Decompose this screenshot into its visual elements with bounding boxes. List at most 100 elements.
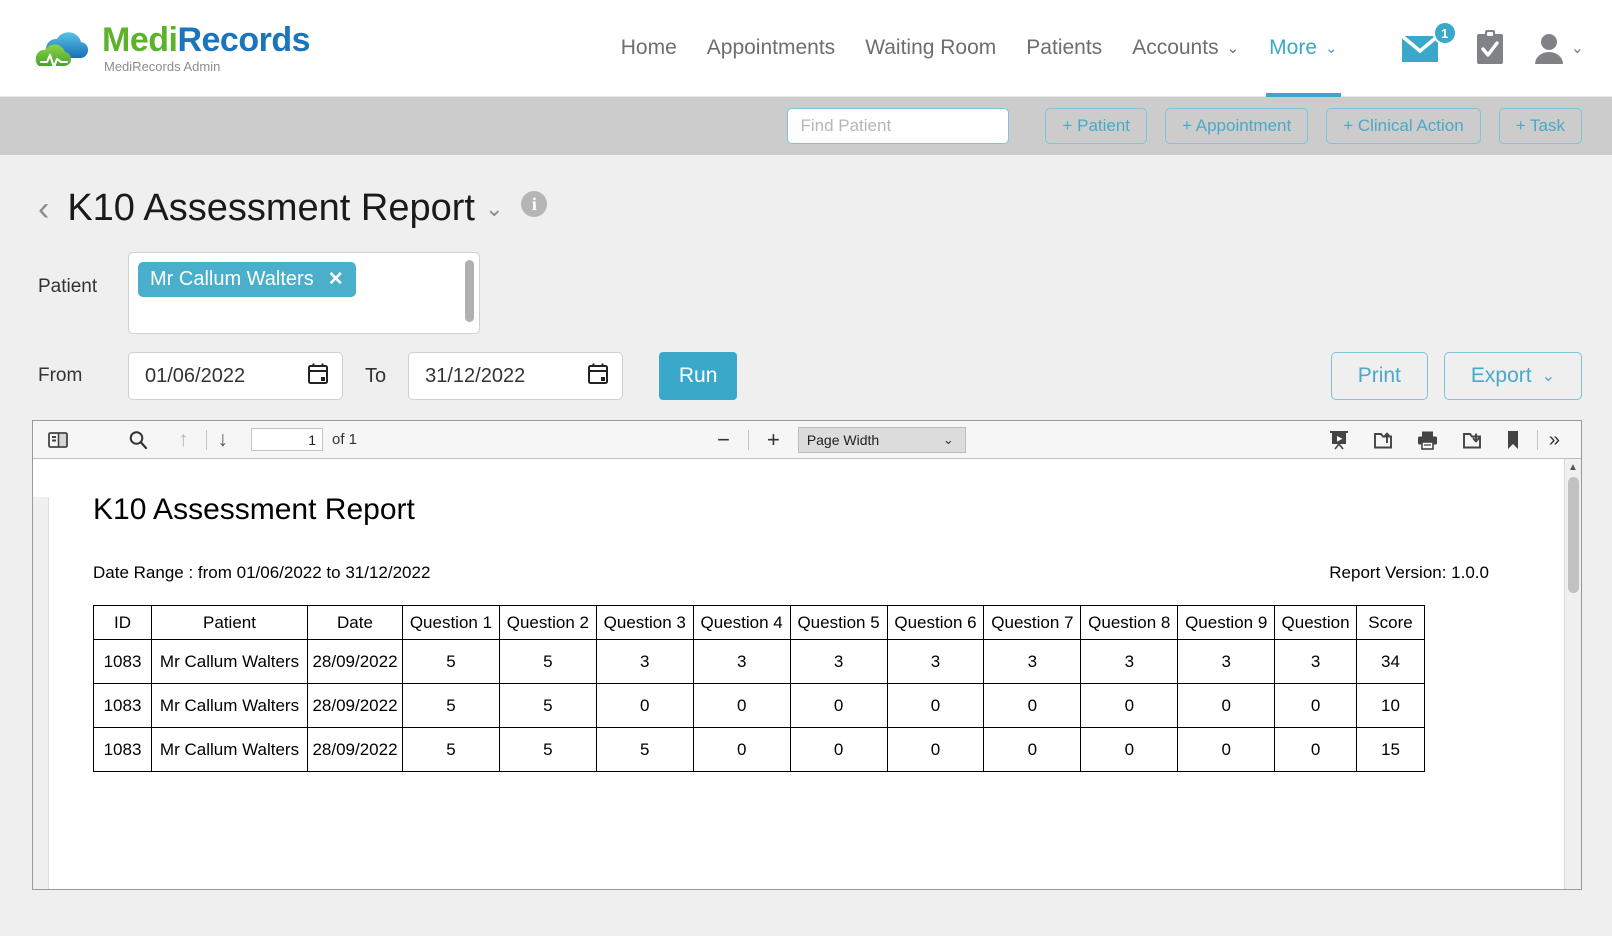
nav-icon-group: 1 ⌄ [1375,21,1584,67]
zoom-out-button[interactable]: − [707,428,740,451]
brand-subtitle: MediRecords Admin [104,59,221,74]
cell-date: 28/09/2022 [307,639,403,684]
chevron-down-icon: ⌄ [1541,368,1555,385]
find-in-document-icon[interactable] [125,427,151,453]
column-header-question-4: Question 4 [692,605,791,640]
cell-q9: 0 [1177,727,1276,772]
cell-date: 28/09/2022 [307,683,403,728]
bookmark-icon[interactable] [1503,427,1523,453]
nav-label: More [1269,36,1318,59]
cell-q10: 0 [1274,727,1357,772]
chevron-down-icon: ⌄ [1570,40,1584,57]
print-button[interactable]: Print [1330,352,1428,400]
document-heading: K10 Assessment Report [93,493,415,526]
report-action-buttons: Print Export ⌄ [1315,352,1612,400]
run-report-button[interactable]: Run [659,352,738,400]
column-header-question-2: Question 2 [498,605,597,640]
patient-tag[interactable]: Mr Callum Walters ✕ [138,262,356,297]
date-filter-row: From To [0,352,1612,400]
messages-button[interactable]: 1 [1400,21,1457,66]
add-clinical-action-button[interactable]: + Clinical Action [1326,108,1481,144]
nav-label: Home [620,36,677,59]
info-icon[interactable]: i [521,191,548,217]
sidebar-toggle-icon[interactable] [45,427,71,453]
nav-item-appointments[interactable]: Appointments [692,0,850,97]
open-file-icon[interactable] [1370,427,1396,453]
cell-q5: 0 [789,683,888,728]
report-selector-chevron-down-icon[interactable]: ⌄ [485,196,503,222]
cell-q9: 3 [1177,639,1276,684]
nav-item-home[interactable]: Home [606,0,692,97]
medirecords-cloud-icon [30,26,92,70]
cell-q1: 5 [402,727,500,772]
nav-item-accounts[interactable]: Accounts ⌄ [1117,0,1254,97]
next-page-icon[interactable]: ↓ [215,426,232,453]
tasks-button[interactable] [1473,29,1507,67]
patient-tag-label: Mr Callum Walters [150,268,314,290]
clipboard-check-icon [1476,30,1503,64]
document-date-range: Date Range : from 01/06/2022 to 31/12/20… [93,563,431,582]
scrollbar-thumb[interactable] [1568,477,1579,593]
patient-filter-row: Patient Mr Callum Walters ✕ [0,252,1612,334]
add-appointment-button[interactable]: + Appointment [1165,108,1309,144]
column-header-question-10: Question [1274,605,1357,640]
download-icon[interactable] [1459,427,1485,453]
column-header-question-1: Question 1 [402,605,500,640]
cell-q5: 0 [789,727,888,772]
presentation-mode-icon[interactable] [1326,427,1352,453]
nav-item-waiting-room[interactable]: Waiting Room [850,0,1011,97]
remove-patient-tag-icon[interactable]: ✕ [328,268,344,291]
page-header: ‹ K10 Assessment Report ⌄ i [0,155,1612,230]
top-navigation-bar: MediRecords MediRecords Admin Home Appoi… [0,0,1612,97]
search-input[interactable] [798,115,1024,137]
pdf-document-area: K10 Assessment Report Date Range : from … [33,459,1581,889]
cell-q10: 3 [1274,639,1357,684]
cell-q3: 0 [595,683,694,728]
from-date-field[interactable] [128,352,343,400]
cell-q6: 3 [886,639,985,684]
cell-patient: Mr Callum Walters [151,727,308,772]
document-report-version: Report Version: 1.0.0 [1329,563,1489,582]
document-vertical-scrollbar[interactable]: ▲ [1564,459,1581,889]
cell-q8: 3 [1080,639,1179,684]
more-tools-icon[interactable]: » [1546,427,1563,453]
cell-q7: 0 [983,683,1082,728]
pdf-page-sheet: K10 Assessment Report Date Range : from … [33,459,1564,889]
cell-q6: 0 [886,727,985,772]
main-nav-links: Home Appointments Waiting Room Patients … [606,0,1353,97]
to-date-field[interactable] [408,352,624,400]
calendar-icon[interactable] [588,363,609,389]
brand-logo[interactable]: MediRecords MediRecords Admin [30,23,311,74]
pdf-right-tools: » [1316,427,1569,453]
patient-box-scrollbar[interactable] [465,260,474,322]
zoom-in-button[interactable]: + [757,428,790,451]
page-number-input[interactable] [251,428,323,451]
cell-q2: 5 [498,639,597,684]
cell-q5: 3 [789,639,888,684]
column-header-question-9: Question 9 [1177,605,1276,640]
cell-score: 15 [1356,727,1425,772]
user-menu-button[interactable]: ⌄ [1533,31,1584,65]
nav-label: Appointments [706,36,836,59]
add-task-button[interactable]: + Task [1498,108,1582,144]
zoom-level-select[interactable]: Page Width [797,426,966,453]
column-header-question-6: Question 6 [886,605,985,640]
nav-item-patients[interactable]: Patients [1011,0,1117,97]
cell-q1: 5 [402,683,500,728]
print-icon[interactable] [1414,427,1441,453]
to-date-input[interactable] [423,363,581,389]
cell-q3: 5 [595,727,694,772]
calendar-icon[interactable] [308,363,328,389]
back-button[interactable]: ‹ [38,192,49,226]
from-date-input[interactable] [143,363,300,389]
pdf-viewer: ↑ ↓ of 1 − + Page Width ⌄ [32,420,1582,890]
previous-page-icon[interactable]: ↑ [175,426,192,453]
add-patient-button[interactable]: + Patient [1045,108,1148,144]
export-button[interactable]: Export ⌄ [1443,352,1582,400]
column-header-patient: Patient [151,605,308,640]
document-meta-row: Date Range : from 01/06/2022 to 31/12/20… [93,563,1564,583]
find-patient-field[interactable] [787,108,1024,144]
nav-item-more[interactable]: More ⌄ [1254,0,1352,97]
scroll-up-arrow-icon[interactable]: ▲ [1565,459,1581,475]
patient-multiselect[interactable]: Mr Callum Walters ✕ [128,252,480,334]
